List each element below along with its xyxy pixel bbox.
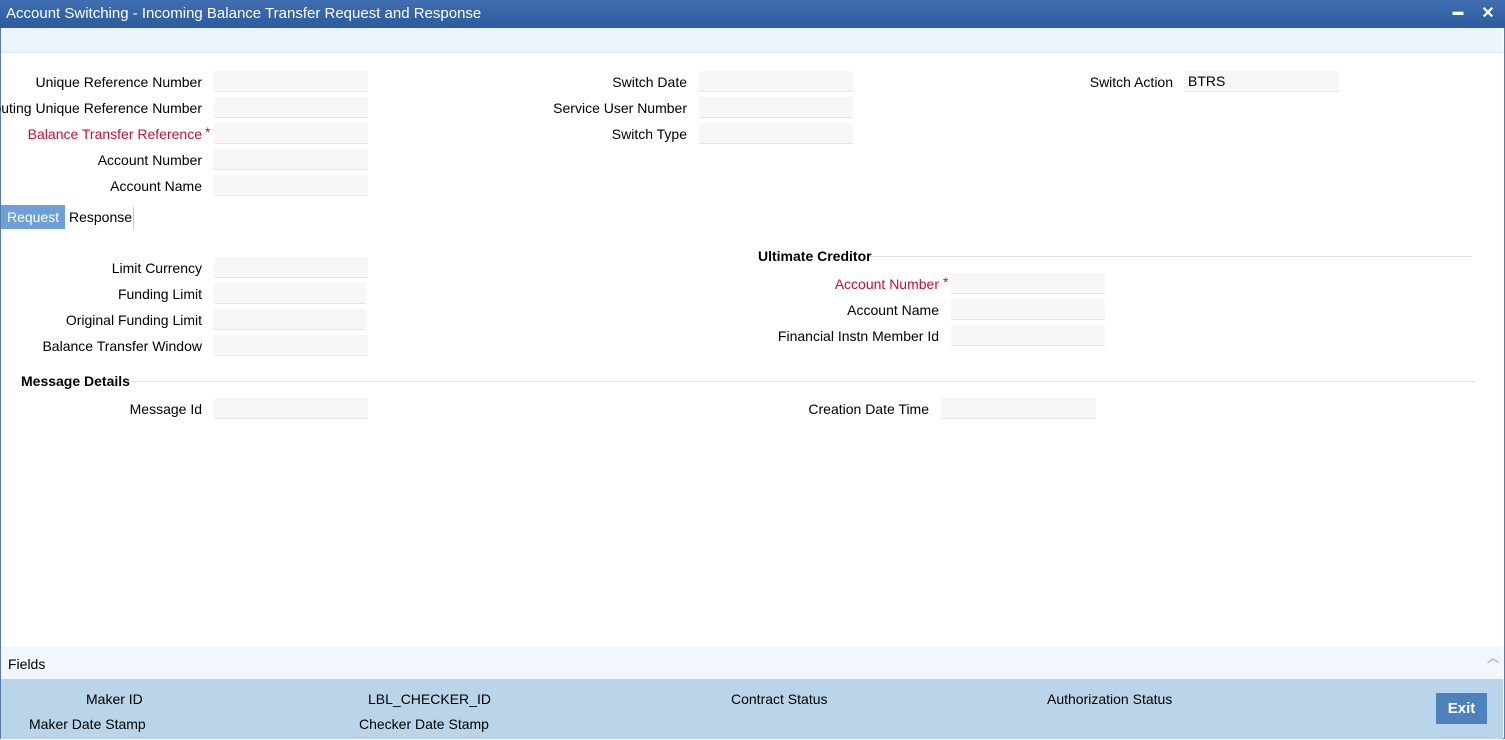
fields-bar[interactable]: Fields ︿	[1, 647, 1503, 679]
financial-instn-member-id-input[interactable]	[951, 325, 1105, 346]
original-funding-limit-label: Original Funding Limit	[65, 312, 202, 328]
chevron-up-icon[interactable]: ︿	[1487, 649, 1499, 666]
creditor-account-name-input[interactable]	[951, 299, 1105, 320]
unique-reference-number-input[interactable]	[214, 71, 368, 92]
switch-date-label: Switch Date	[612, 74, 687, 90]
balance-transfer-reference-label: Balance Transfer Reference	[27, 126, 202, 142]
ultimate-creditor-heading: Ultimate Creditor	[758, 248, 872, 264]
fields-label: Fields	[8, 656, 46, 672]
creditor-account-number-label: Account Number	[834, 276, 939, 292]
limit-currency-input[interactable]	[214, 257, 368, 278]
limit-currency-label: Limit Currency	[111, 260, 202, 276]
close-icon[interactable]: ✕	[1478, 3, 1498, 23]
creation-date-time-input[interactable]	[941, 398, 1096, 419]
service-user-number-input[interactable]	[699, 97, 853, 118]
funding-limit-input[interactable]	[214, 283, 366, 304]
balance-transfer-window-input[interactable]	[214, 335, 368, 356]
switch-type-input[interactable]	[699, 123, 853, 144]
routing-unique-reference-number-input[interactable]	[214, 97, 368, 118]
account-name-label: Account Name	[110, 178, 202, 194]
service-user-number-label: Service User Number	[553, 100, 687, 116]
switch-date-input[interactable]	[699, 71, 853, 92]
balance-transfer-reference-input[interactable]	[214, 123, 368, 144]
maker-date-stamp-label: Maker Date Stamp	[29, 716, 146, 732]
checker-id-label: LBL_CHECKER_ID	[368, 691, 491, 707]
exit-button[interactable]: Exit	[1436, 693, 1487, 724]
maker-id-label: Maker ID	[86, 691, 143, 707]
balance-transfer-window-label: Balance Transfer Window	[42, 338, 202, 354]
switch-action-input[interactable]	[1184, 71, 1339, 92]
financial-instn-member-id-label: Financial Instn Member Id	[777, 328, 939, 344]
contract-status-label: Contract Status	[731, 691, 828, 707]
creditor-account-number-input[interactable]	[951, 273, 1105, 294]
required-mark: *	[943, 274, 949, 290]
original-funding-limit-input[interactable]	[214, 309, 366, 330]
account-number-label: Account Number	[97, 152, 202, 168]
message-id-label: Message Id	[129, 401, 202, 417]
message-details-divider	[127, 381, 1475, 382]
title-bar: Account Switching - Incoming Balance Tra…	[0, 0, 1505, 28]
audit-footer	[1, 679, 1503, 739]
account-number-input[interactable]	[214, 149, 368, 170]
routing-unique-reference-number-label: Routing Unique Reference Number	[0, 100, 202, 116]
toolbar-strip	[1, 28, 1503, 53]
minimize-icon[interactable]: ▬	[1448, 6, 1468, 26]
message-id-input[interactable]	[214, 398, 368, 419]
creditor-account-name-label: Account Name	[847, 302, 939, 318]
switch-action-label: Switch Action	[1089, 74, 1173, 90]
tab-request[interactable]: Request	[1, 205, 66, 229]
checker-date-stamp-label: Checker Date Stamp	[359, 716, 489, 732]
ultimate-creditor-divider	[870, 256, 1472, 257]
required-mark: *	[205, 124, 211, 140]
unique-reference-number-label: Unique Reference Number	[35, 74, 202, 90]
switch-type-label: Switch Type	[611, 126, 687, 142]
window-title: Account Switching - Incoming Balance Tra…	[6, 5, 482, 22]
message-details-heading: Message Details	[21, 373, 130, 389]
creation-date-time-label: Creation Date Time	[808, 401, 929, 417]
authorization-status-label: Authorization Status	[1047, 691, 1173, 707]
tab-response[interactable]: Response	[63, 205, 138, 229]
funding-limit-label: Funding Limit	[117, 286, 202, 302]
tab-divider	[133, 207, 134, 229]
account-name-input[interactable]	[214, 175, 368, 196]
